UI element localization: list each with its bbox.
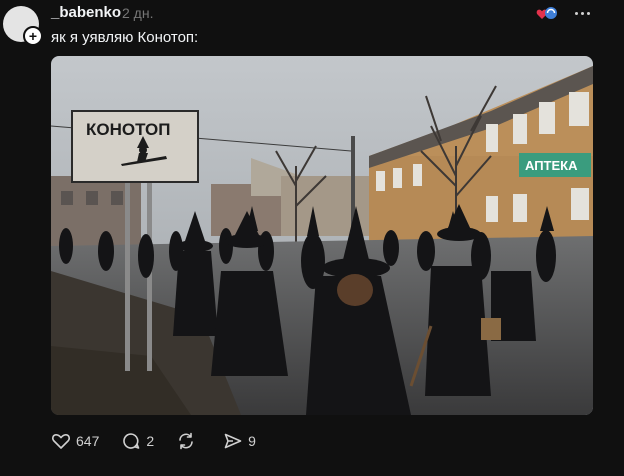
follow-plus-icon[interactable]: + [23,26,43,46]
more-icon[interactable] [570,2,594,24]
sign-text: КОНОТОП [86,120,171,139]
reply-button[interactable]: 2 [121,431,154,451]
share-count: 9 [248,433,256,449]
share-button[interactable]: 9 [223,431,256,451]
share-icon [224,433,242,449]
post-actions: 647 2 9 [51,430,278,452]
thread-post: + _babenko 2 дн. як я уявляю Конотоп: АП… [0,0,624,476]
shop-sign-text: АПТЕКА [525,158,578,173]
post-caption: як я уявляю Конотоп: [51,29,199,46]
post-image[interactable]: АПТЕКА КОНОТОП [51,56,593,415]
reply-count: 2 [146,433,155,449]
repost-button[interactable] [176,431,201,451]
heart-badge-icon [536,7,557,19]
heart-icon [52,434,70,449]
like-count: 647 [76,433,100,449]
comment-icon [123,433,140,449]
repost-icon [179,432,193,450]
timestamp[interactable]: 2 дн. [122,5,153,21]
username[interactable]: _babenko [51,4,121,21]
street-scene-image: АПТЕКА КОНОТОП [51,56,593,415]
like-button[interactable]: 647 [51,431,99,451]
